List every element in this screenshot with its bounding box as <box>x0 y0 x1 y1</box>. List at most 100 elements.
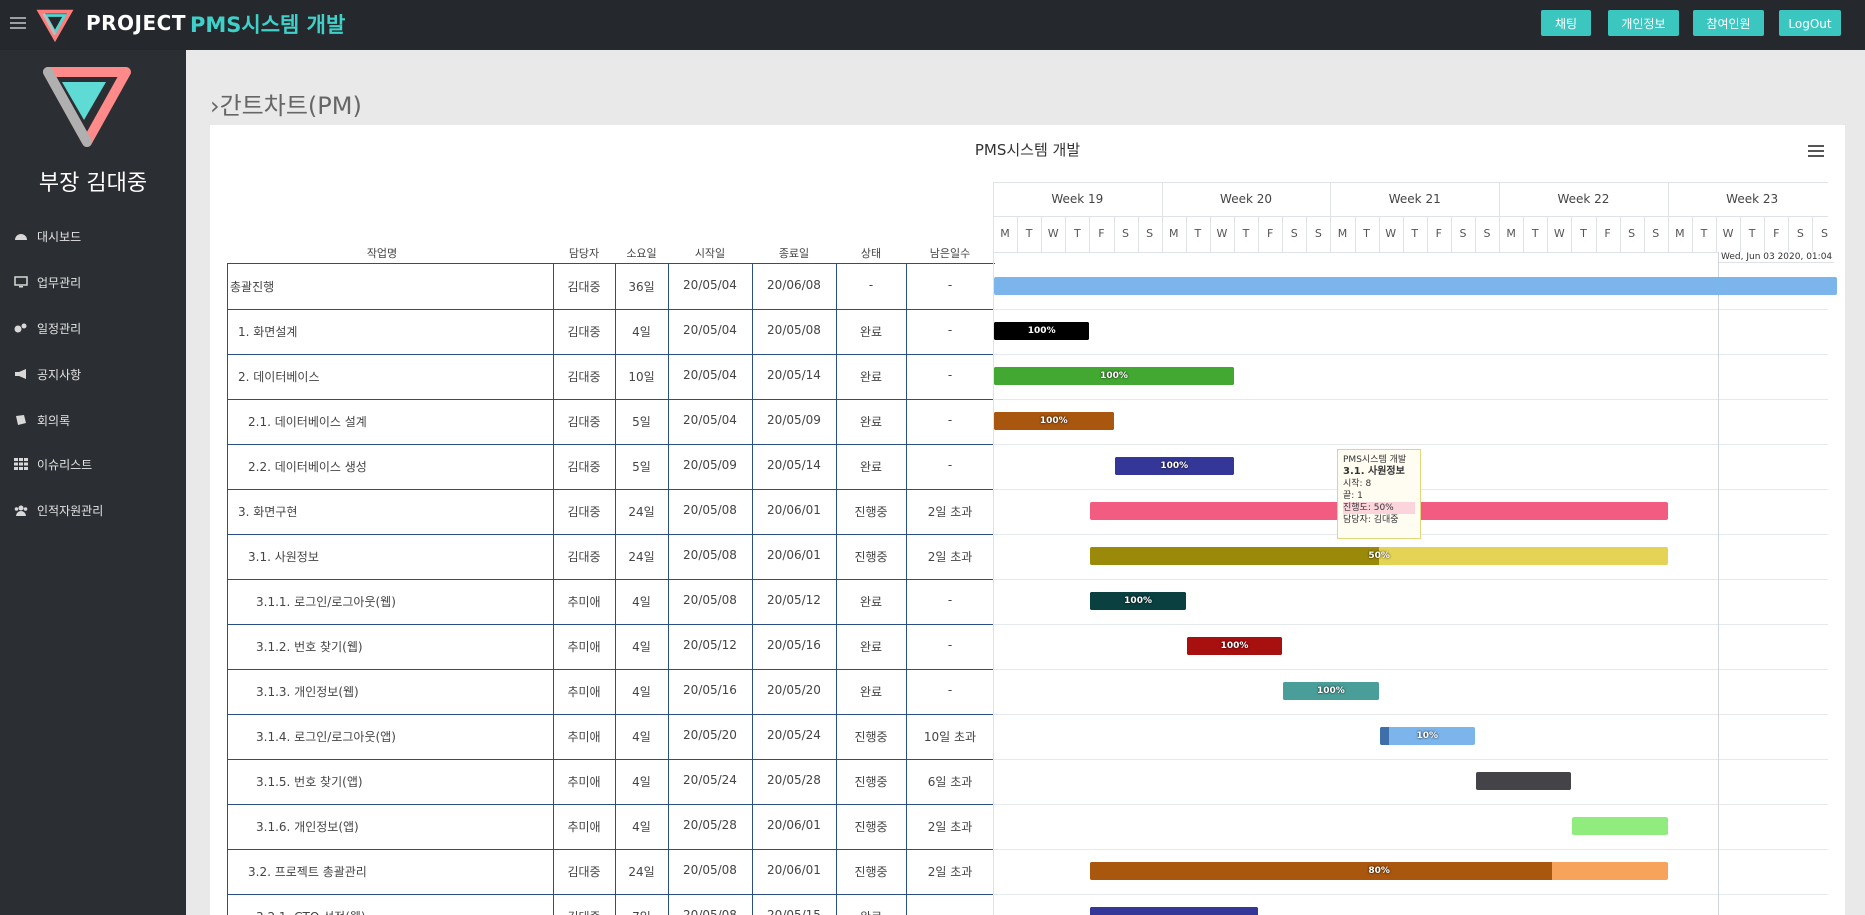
logout-button[interactable]: LogOut <box>1779 10 1841 36</box>
table-cell-remain: - <box>947 278 953 292</box>
table-cell-name: 3. 화면구현 <box>238 505 298 519</box>
gantt-day-separator <box>1764 216 1766 252</box>
table-cell-remain: - <box>947 413 953 427</box>
gantt-day-label: S <box>1820 227 1828 240</box>
hamburger-menu-icon[interactable] <box>10 14 26 36</box>
gantt-row-divider <box>993 399 1828 400</box>
table-cell-remain: 10일 초과 <box>923 730 977 744</box>
gantt-bar[interactable] <box>1572 817 1668 835</box>
tooltip-end: 끝: 1 <box>1343 491 1363 501</box>
sidebar-item-minutes[interactable]: 회의록 <box>14 410 70 430</box>
tooltip-task: 3.1. 사원정보 <box>1343 466 1405 477</box>
gantt-day-separator <box>1282 216 1284 252</box>
table-cell-days: 36일 <box>628 280 655 294</box>
gantt-day-separator <box>1089 216 1091 252</box>
gantt-day-separator <box>1378 216 1380 252</box>
sidebar-item-schedule[interactable]: 일정관리 <box>14 318 81 338</box>
gantt-day-separator <box>1595 216 1597 252</box>
gantt-day-divider <box>993 252 1828 253</box>
table-cell-status: - <box>868 278 874 292</box>
gantt-bar[interactable]: 50% <box>1090 547 1668 565</box>
sidebar-item-label: 인적자원관리 <box>37 503 104 518</box>
sidebar-item-label: 공지사항 <box>37 367 82 382</box>
sidebar-item-issues[interactable]: 이슈리스트 <box>14 454 92 474</box>
gantt-day-separator <box>1065 216 1067 252</box>
gantt-bar[interactable]: 100% <box>1090 592 1186 610</box>
table-cell-end: 20/06/08 <box>767 278 821 292</box>
sidebar-item-dashboard[interactable]: 대시보드 <box>14 226 81 246</box>
chart-menu-icon[interactable] <box>1808 145 1824 159</box>
table-cell-name: 3.1.1. 로그인/로그아웃(웹) <box>256 595 396 609</box>
table-cell-name: 1. 화면설계 <box>238 325 298 339</box>
table-cell-start: 20/05/08 <box>683 593 737 607</box>
table-cell-end: 20/05/09 <box>767 413 821 427</box>
table-row-divider <box>227 399 995 400</box>
gantt-bar[interactable]: 100% <box>994 412 1114 430</box>
table-cell-owner: 추미애 <box>567 640 601 654</box>
gantt-day-label: M <box>1337 227 1348 240</box>
table-cell-remain: - <box>947 638 953 652</box>
gantt-day-label: T <box>1411 227 1419 240</box>
column-header-owner: 담당자 <box>568 247 600 260</box>
table-cell-days: 4일 <box>632 820 651 834</box>
column-header-start: 시작일 <box>694 247 726 260</box>
table-cell-owner: 김대중 <box>567 415 601 429</box>
gantt-bar[interactable] <box>994 277 1837 295</box>
gantt-bar[interactable]: 100% <box>1186 637 1283 655</box>
gantt-bar[interactable]: 100% <box>994 322 1090 340</box>
table-row-divider <box>227 759 995 760</box>
gantt-day-separator <box>1643 216 1645 252</box>
chat-button[interactable]: 채팅 <box>1541 10 1591 36</box>
gantt-bar[interactable]: 100% <box>1114 457 1234 475</box>
gantt-day-separator <box>1740 216 1742 252</box>
table-cell-status: 진행중 <box>854 820 888 834</box>
sidebar-item-hr[interactable]: 인적자원관리 <box>14 500 103 520</box>
profile-button[interactable]: 개인정보 <box>1608 10 1679 36</box>
members-button[interactable]: 참여인원 <box>1693 10 1764 36</box>
table-cell-start: 20/05/08 <box>683 908 737 915</box>
project-name: PMS시스템 개발 <box>190 13 346 37</box>
table-cell-name: 2. 데이터베이스 <box>238 370 320 384</box>
table-cell-remain: 2일 초과 <box>927 550 973 564</box>
table-cell-remain: - <box>947 458 953 472</box>
gantt-day-separator <box>1234 216 1235 252</box>
tooltip-start: 시작: 8 <box>1343 479 1372 489</box>
table-cell-end: 20/05/15 <box>767 908 821 915</box>
sidebar-item-notice[interactable]: 공지사항 <box>14 364 81 384</box>
table-row-divider <box>227 714 995 715</box>
gantt-day-separator <box>1547 216 1549 252</box>
users-icon <box>14 504 28 516</box>
table-row-divider <box>227 489 995 490</box>
sidebar: 부장 김대중 대시보드 업무관리 일정관리 공지사항 회의록 이슈리스트 인적자… <box>0 50 186 915</box>
gantt-day-label: F <box>1266 227 1274 240</box>
gantt-day-separator <box>1209 216 1211 252</box>
gantt-day-label: W <box>1385 227 1397 240</box>
gantt-bar[interactable]: 10% <box>1379 727 1475 745</box>
gantt-bar[interactable]: 100% <box>994 367 1234 385</box>
gantt-day-label: M <box>1675 227 1685 240</box>
table-cell-status: 완료 <box>859 415 883 429</box>
table-cell-start: 20/05/24 <box>683 773 737 787</box>
gantt-day-label: T <box>1073 227 1081 240</box>
sidebar-item-tasks[interactable]: 업무관리 <box>14 272 81 292</box>
gantt-bar[interactable]: 100% <box>1283 682 1379 700</box>
gantt-day-label: T <box>1194 227 1202 240</box>
table-cell-owner: 김대중 <box>567 550 601 564</box>
table-cell-owner: 추미애 <box>567 820 601 834</box>
table-cell-start: 20/05/04 <box>683 413 737 427</box>
table-cell-owner: 김대중 <box>567 325 601 339</box>
table-cell-end: 20/05/20 <box>767 683 821 697</box>
table-cell-end: 20/06/01 <box>767 503 821 517</box>
gantt-bar[interactable]: 80% <box>1090 862 1668 880</box>
gantt-day-label: F <box>1435 227 1442 240</box>
table-cell-end: 20/06/01 <box>767 548 821 562</box>
gantt-bar[interactable] <box>1476 772 1572 790</box>
table-cell-status: 완료 <box>859 595 883 609</box>
book-icon <box>14 414 28 426</box>
brand-name: PROJECT <box>86 11 186 35</box>
column-header-remaining: 남은일수 <box>929 247 971 260</box>
table-cell-status: 진행중 <box>854 865 888 879</box>
gantt-bar[interactable] <box>1090 907 1259 915</box>
table-cell-start: 20/05/08 <box>683 863 737 877</box>
gantt-bar-label: 100% <box>1124 596 1152 606</box>
